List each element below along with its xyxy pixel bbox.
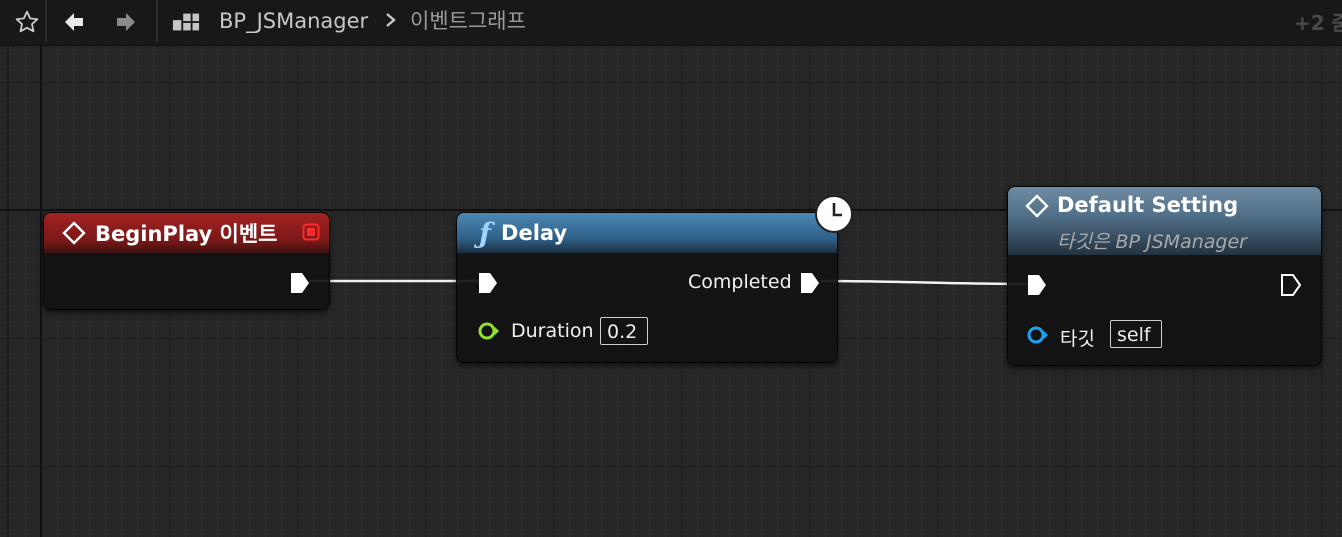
exec-output-pin[interactable]: [1280, 273, 1302, 301]
exec-output-pin[interactable]: [799, 271, 821, 299]
node-default-setting[interactable]: Default Setting 타깃은 BP JSManager 타깃 self: [1007, 186, 1322, 366]
event-diamond-icon: [1025, 194, 1049, 218]
event-diamond-icon: [62, 221, 86, 245]
exec-input-pin[interactable]: [1026, 273, 1048, 301]
target-value-input[interactable]: self: [1110, 320, 1162, 348]
stop-icon[interactable]: [302, 223, 320, 245]
node-title: BeginPlay 이벤트: [95, 222, 278, 246]
node-beginplay-event[interactable]: BeginPlay 이벤트: [43, 212, 330, 310]
duration-pin-label: Duration: [511, 320, 594, 342]
completed-pin-label: Completed: [688, 271, 792, 293]
node-header[interactable]: ƒ Delay: [457, 213, 837, 253]
node-header[interactable]: BeginPlay 이벤트: [44, 213, 329, 253]
exec-input-pin[interactable]: [477, 271, 499, 299]
exec-wire-delay-defaultsetting: [819, 279, 1031, 286]
duration-value-input[interactable]: 0.2: [600, 317, 648, 345]
target-pin-label: 타깃: [1060, 328, 1095, 350]
node-title: Delay: [501, 221, 568, 245]
exec-output-pin[interactable]: [289, 271, 311, 299]
node-title: Default Setting: [1057, 193, 1239, 217]
clock-icon: [814, 194, 854, 238]
object-input-pin[interactable]: [1026, 325, 1050, 349]
node-delay[interactable]: ƒ Delay Completed Duration 0.2: [456, 212, 838, 363]
float-input-pin[interactable]: [477, 321, 501, 345]
function-icon: ƒ: [479, 216, 492, 250]
node-subtitle: 타깃은 BP JSManager: [1057, 231, 1247, 253]
